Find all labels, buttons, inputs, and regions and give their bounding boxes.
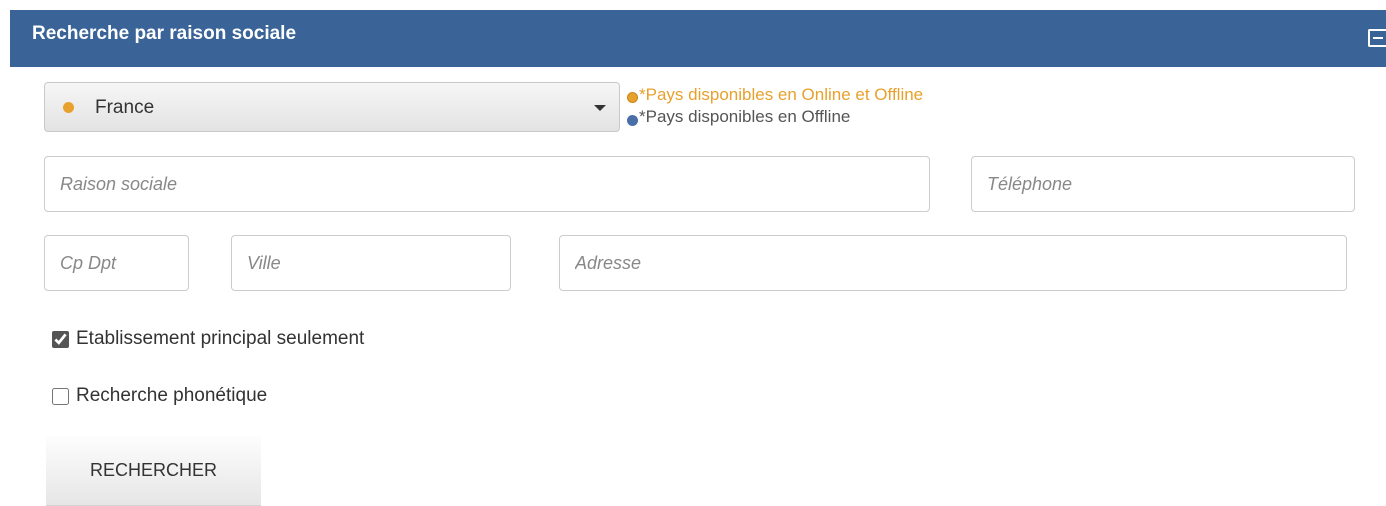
ville-input[interactable] [231,235,511,291]
principal-label: Etablissement principal seulement [76,328,365,349]
collapse-icon[interactable] [1368,29,1386,47]
principal-option[interactable]: Etablissement principal seulement [52,327,364,351]
telephone-input[interactable] [971,156,1355,212]
online-dot-icon [63,102,74,113]
offline-dot-icon [627,115,638,126]
principal-checkbox[interactable] [52,330,69,348]
legend-offline-text: *Pays disponibles en Offline [639,107,851,126]
cp-dpt-input[interactable] [44,235,189,291]
search-panel: Recherche par raison sociale France *Pay… [10,10,1386,506]
country-legend: *Pays disponibles en Online et Offline *… [627,84,923,128]
raison-sociale-input[interactable] [44,156,930,212]
search-button[interactable]: RECHERCHER [46,436,261,506]
panel-title: Recherche par raison sociale [32,23,297,44]
country-select[interactable]: France [44,82,620,132]
legend-online-text: *Pays disponibles en Online et Offline [639,85,924,104]
adresse-input[interactable] [559,235,1347,291]
caret-down-icon [594,105,606,111]
legend-offline-row: *Pays disponibles en Offline [627,106,923,128]
phonetique-checkbox[interactable] [52,387,69,405]
online-dot-icon [627,92,638,103]
phonetique-label: Recherche phonétique [76,385,268,406]
legend-online-row: *Pays disponibles en Online et Offline [627,84,923,106]
panel-header: Recherche par raison sociale [10,10,1386,67]
country-selected-value: France [95,97,155,118]
phonetique-option[interactable]: Recherche phonétique [52,384,267,408]
